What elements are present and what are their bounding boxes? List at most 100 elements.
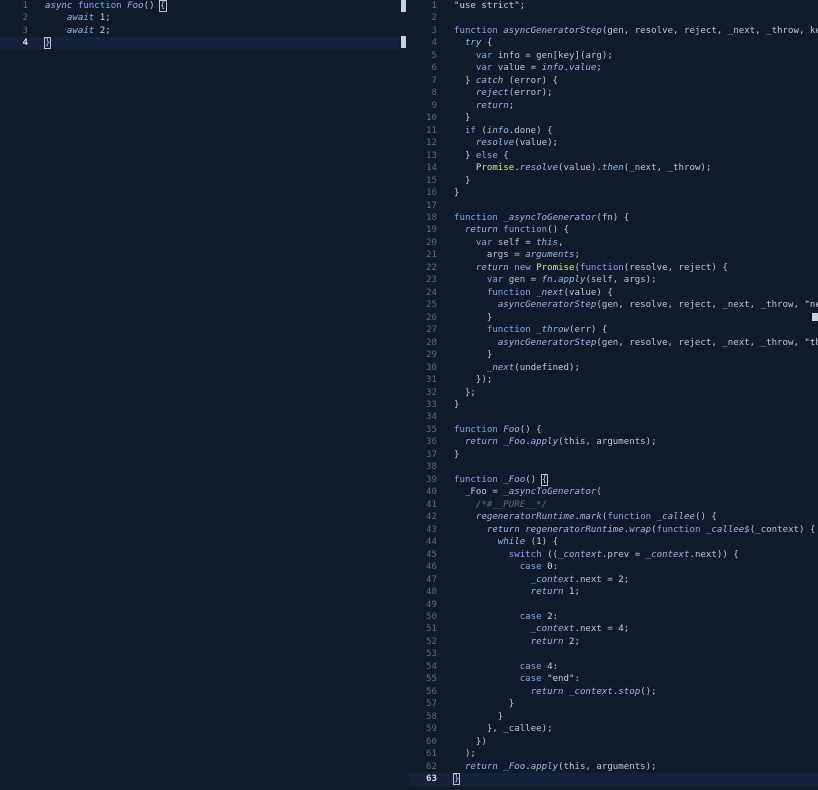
code-text[interactable]: if (info.done) { [454,125,818,137]
code-line[interactable]: 26 } [409,312,818,324]
code-line[interactable]: 18 function _asyncToGenerator(fn) { [409,212,818,224]
code-line[interactable]: 54 case 4: [409,661,818,673]
code-text[interactable]: resolve(value); [454,137,818,149]
code-line[interactable]: 22 return new Promise(function(resolve, … [409,262,818,274]
code-line[interactable]: 25 asyncGeneratorStep(gen, resolve, reje… [409,299,818,311]
code-line[interactable]: 47 _context.next = 2; [409,574,818,586]
code-text[interactable]: return 1; [454,586,818,598]
code-text[interactable]: var gen = fn.apply(self, args); [454,274,818,286]
code-text[interactable]: _next(undefined); [454,362,818,374]
code-text[interactable]: return; [454,100,818,112]
split-divider[interactable] [399,0,409,790]
code-line[interactable]: 29 } [409,349,818,361]
code-line[interactable]: 2 [409,12,818,24]
code-line[interactable]: 33} [409,399,818,411]
code-text[interactable]: return _Foo.apply(this, arguments); [454,436,818,448]
code-text[interactable]: _Foo = _asyncToGenerator( [454,486,818,498]
code-text[interactable]: } [454,698,818,710]
code-line[interactable]: 53 [409,648,818,660]
code-text[interactable]: } [454,175,818,187]
code-text[interactable]: ); [454,748,818,760]
code-text[interactable]: function asyncGeneratorStep(gen, resolve… [454,25,818,37]
code-text[interactable]: }); [454,374,818,386]
code-line[interactable]: 36 return _Foo.apply(this, arguments); [409,436,818,448]
code-line[interactable]: 61 ); [409,748,818,760]
code-line[interactable]: 9 return; [409,100,818,112]
code-text[interactable]: }, _callee); [454,723,818,735]
code-text[interactable]: regeneratorRuntime.mark(function _callee… [454,511,818,523]
code-line[interactable]: 63} [409,773,818,786]
code-line[interactable]: 19 return function() { [409,224,818,236]
code-text[interactable]: switch ((_context.prev = _context.next))… [454,549,818,561]
code-line[interactable]: 58 } [409,711,818,723]
code-text[interactable]: function _throw(err) { [454,324,818,336]
code-text[interactable]: case "end": [454,673,818,685]
code-line[interactable]: 43 return regeneratorRuntime.wrap(functi… [409,524,818,536]
code-line[interactable]: 14 Promise.resolve(value).then(_next, _t… [409,162,818,174]
code-line[interactable]: 57 } [409,698,818,710]
code-text[interactable]: return function() { [454,224,818,236]
code-text[interactable]: return _context.stop(); [454,686,818,698]
code-text[interactable]: } [454,349,818,361]
code-line[interactable]: 4 try { [409,37,818,49]
code-text[interactable]: case 0: [454,561,818,573]
code-line[interactable]: 13 } else { [409,150,818,162]
left-scrollbar-thumb[interactable] [401,0,406,12]
code-line[interactable]: 27 function _throw(err) { [409,324,818,336]
code-text[interactable]: function Foo() { [454,424,818,436]
code-line[interactable]: 20 var self = this, [409,237,818,249]
code-text[interactable]: await 1; [45,12,399,24]
code-text[interactable]: asyncGeneratorStep(gen, resolve, reject,… [454,337,818,349]
code-line[interactable]: 17 [409,200,818,212]
code-line[interactable]: 3 await 2; [0,25,399,37]
code-text[interactable]: while (1) { [454,536,818,548]
code-text[interactable]: reject(error); [454,87,818,99]
code-line[interactable]: 30 _next(undefined); [409,362,818,374]
code-text[interactable]: await 2; [45,25,399,37]
code-text[interactable]: } [454,399,818,411]
code-text[interactable]: var self = this, [454,237,818,249]
code-text[interactable]: } [454,187,818,199]
code-text[interactable]: } [454,449,818,461]
code-line[interactable]: 21 args = arguments; [409,249,818,261]
code-line[interactable]: 6 var value = info.value; [409,62,818,74]
code-text[interactable]: } [454,112,818,124]
code-text[interactable]: } [454,711,818,723]
code-line[interactable]: 8 reject(error); [409,87,818,99]
code-text[interactable]: } [452,773,818,786]
code-text[interactable]: try { [454,37,818,49]
code-text[interactable]: return regeneratorRuntime.wrap(function … [454,524,818,536]
code-text[interactable]: /*#__PURE__*/ [454,499,818,511]
code-text[interactable]: } else { [454,150,818,162]
code-line[interactable]: 3 function asyncGeneratorStep(gen, resolv… [409,25,818,37]
code-line[interactable]: 60 }) [409,736,818,748]
code-text[interactable]: return _Foo.apply(this, arguments); [454,761,818,773]
code-line[interactable]: 45 switch ((_context.prev = _context.nex… [409,549,818,561]
code-line[interactable]: 2 await 1; [0,12,399,24]
code-line[interactable]: 24 function _next(value) { [409,287,818,299]
code-text[interactable]: case 2: [454,611,818,623]
code-line[interactable]: 49 [409,599,818,611]
code-line[interactable]: 40 _Foo = _asyncToGenerator( [409,486,818,498]
right-editor-pane[interactable]: 1 "use strict"; 2 3 function asyncGeneratorS… [409,0,818,790]
code-line[interactable]: 10 } [409,112,818,124]
code-text[interactable]: return new Promise(function(resolve, rej… [454,262,818,274]
code-line[interactable]: 34 [409,411,818,423]
code-text[interactable]: asyncGeneratorStep(gen, resolve, reject,… [454,299,818,311]
code-line[interactable]: 37} [409,449,818,461]
code-line[interactable]: 62 return _Foo.apply(this, arguments); [409,761,818,773]
left-editor-pane[interactable]: 1 async function Foo() {2 await 1; 3 await… [0,0,399,790]
code-line[interactable]: 41 /*#__PURE__*/ [409,499,818,511]
code-line[interactable]: 7 } catch (error) { [409,75,818,87]
code-line[interactable]: 35 function Foo() { [409,424,818,436]
code-line[interactable]: 4} [0,37,399,50]
code-text[interactable]: var info = gen[key](arg); [454,50,818,62]
code-text[interactable]: function _Foo() { [454,473,818,486]
code-line[interactable]: 46 case 0: [409,561,818,573]
code-line[interactable]: 42 regeneratorRuntime.mark(function _cal… [409,511,818,523]
code-text[interactable]: } [43,37,399,50]
right-code-lines[interactable]: 1 "use strict"; 2 3 function asyncGeneratorS… [409,0,818,786]
code-line[interactable]: 52 return 2; [409,636,818,648]
code-line[interactable]: 31 }); [409,374,818,386]
code-text[interactable]: async function Foo() { [45,0,399,12]
